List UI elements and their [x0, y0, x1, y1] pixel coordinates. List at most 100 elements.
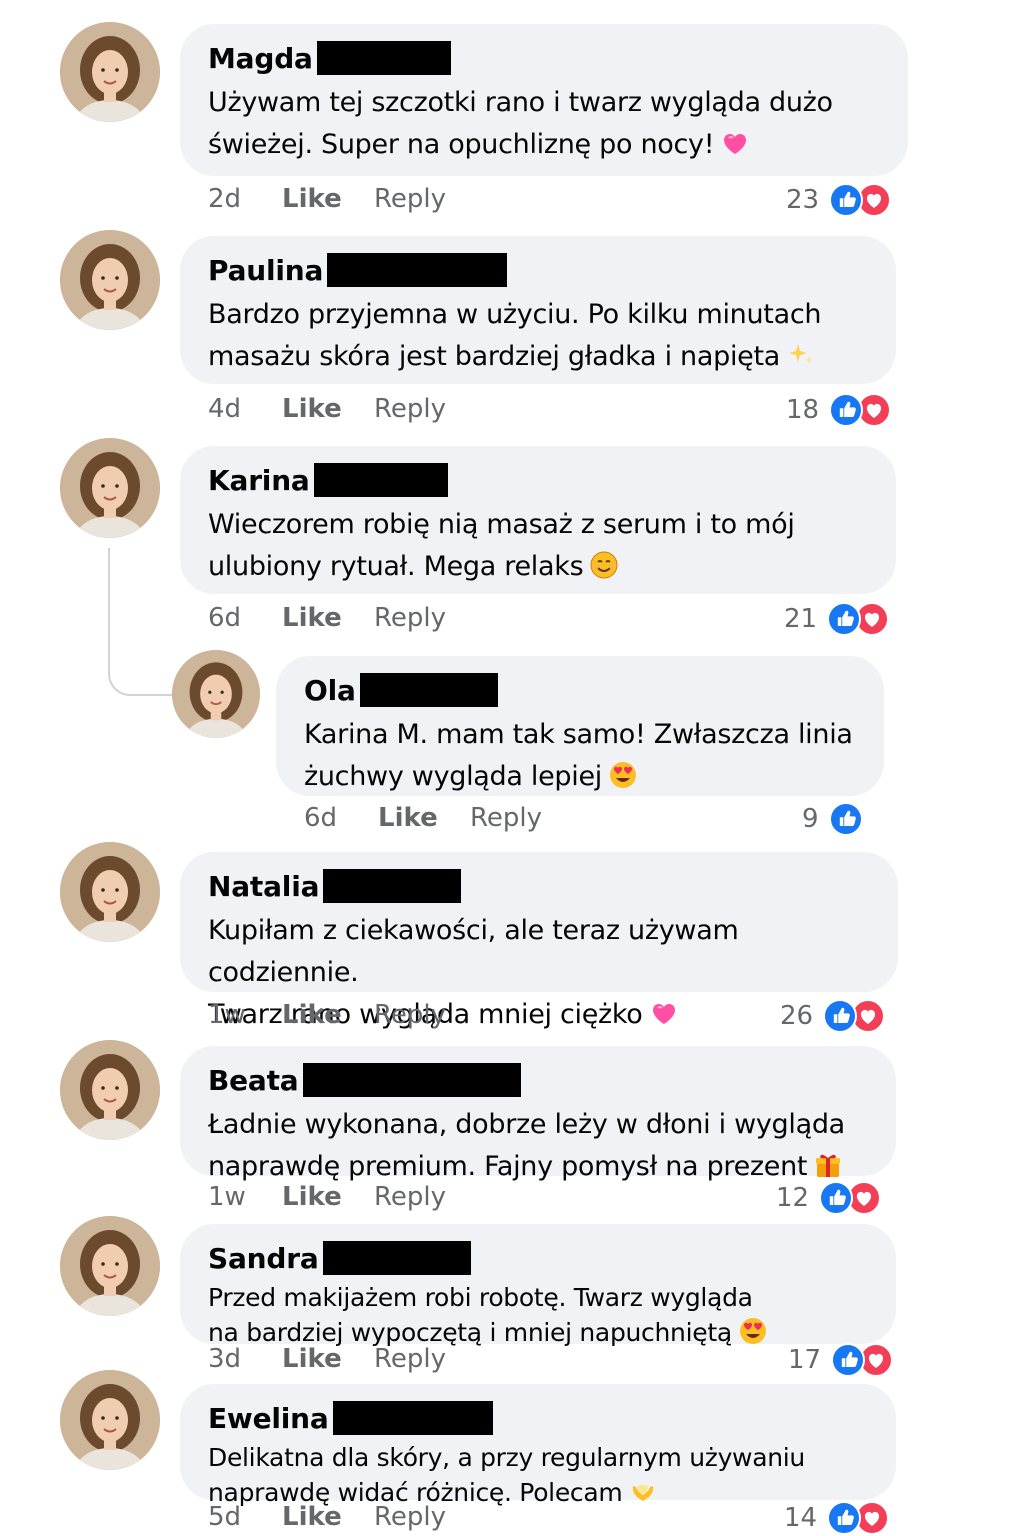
reactions-summary[interactable]: 26 — [780, 999, 886, 1033]
comment-actions: 6d Like Reply — [208, 603, 446, 633]
comment-timestamp[interactable]: 1w — [208, 1182, 282, 1212]
avatar[interactable] — [60, 438, 160, 538]
redacted-surname — [302, 1063, 521, 1097]
redacted-surname — [332, 1401, 493, 1435]
like-button[interactable]: Like — [282, 1000, 374, 1030]
commenter-name[interactable]: Ola — [304, 674, 356, 707]
commenter-name[interactable]: Sandra — [208, 1242, 319, 1275]
reaction-count: 9 — [802, 804, 819, 834]
comment-text: Wieczorem robię nią masaż z serum i to m… — [208, 504, 868, 588]
comment-timestamp[interactable]: 6d — [208, 603, 282, 633]
comment-text: Bardzo przyjemna w użyciu. Po kilku minu… — [208, 294, 868, 378]
comment-bubble: Natalia Kupiłam z ciekawości, ale teraz … — [180, 852, 898, 1030]
reply-button[interactable]: Reply — [470, 803, 542, 833]
reply-button[interactable]: Reply — [374, 394, 446, 424]
smile-icon — [589, 550, 619, 580]
reply-thread-line — [108, 548, 178, 696]
comment-text: Używam tej szczotki rano i twarz wygląda… — [208, 82, 880, 166]
heart-eyes-icon — [608, 760, 638, 790]
reactions-summary[interactable]: 14 — [784, 1501, 890, 1535]
avatar[interactable] — [60, 1370, 160, 1470]
like-button[interactable]: Like — [378, 803, 470, 833]
reply-button[interactable]: Reply — [374, 1344, 446, 1374]
reply-button[interactable]: Reply — [374, 184, 446, 214]
commenter-name[interactable]: Paulina — [208, 254, 323, 287]
comment-timestamp[interactable]: 5d — [208, 1502, 282, 1532]
like-reaction-icon — [823, 999, 858, 1033]
comment-bubble: Beata Ładnie wykonana, dobrze leży w dło… — [180, 1046, 896, 1182]
comment-timestamp[interactable]: 1w — [208, 1000, 282, 1030]
like-reaction-icon — [829, 183, 864, 217]
comment-text-line: Delikatna dla skóry, a przy regularnym u… — [208, 1443, 805, 1472]
reaction-count: 18 — [786, 395, 820, 425]
like-reaction-icon — [819, 1181, 854, 1215]
comment-actions: 1w Like Reply — [208, 1182, 446, 1212]
comment-text-line: masażu skóra jest bardziej gładka i napi… — [208, 341, 780, 372]
sparkles-icon — [786, 340, 816, 370]
comment-bubble: Magda Używam tej szczotki rano i twarz w… — [180, 24, 908, 176]
reply-button[interactable]: Reply — [374, 1502, 446, 1532]
comment-actions: 5d Like Reply — [208, 1502, 446, 1532]
like-reaction-icon — [827, 1501, 862, 1535]
pink-heart-icon — [649, 998, 679, 1028]
commenter-name[interactable]: Beata — [208, 1064, 299, 1097]
comment-bubble: Ola Karina M. mam tak samo! Zwłaszcza li… — [276, 656, 884, 796]
comment-text: Ładnie wykonana, dobrze leży w dłoni i w… — [208, 1104, 868, 1188]
gift-icon — [813, 1150, 843, 1180]
redacted-surname — [327, 253, 508, 287]
reactions-summary[interactable]: 9 — [802, 802, 863, 836]
heart-eyes-icon — [738, 1316, 768, 1346]
comment-text-line: Bardzo przyjemna w użyciu. Po kilku minu… — [208, 299, 822, 330]
comment-text-line: ulubiony rytuał. Mega relaks — [208, 551, 584, 582]
like-reaction-icon — [828, 802, 863, 836]
like-button[interactable]: Like — [282, 603, 374, 633]
heart-hands-icon — [628, 1476, 658, 1506]
avatar[interactable] — [60, 22, 160, 122]
reaction-count: 26 — [780, 1001, 814, 1031]
reactions-summary[interactable]: 18 — [786, 393, 892, 427]
avatar[interactable] — [60, 1040, 160, 1140]
like-button[interactable]: Like — [282, 184, 374, 214]
comment-timestamp[interactable]: 2d — [208, 184, 282, 214]
comment-timestamp[interactable]: 4d — [208, 394, 282, 424]
reaction-count: 21 — [784, 604, 818, 634]
comment-bubble: Ewelina Delikatna dla skóry, a przy regu… — [180, 1384, 896, 1507]
commenter-name[interactable]: Ewelina — [208, 1402, 329, 1435]
commenter-name[interactable]: Natalia — [208, 870, 320, 903]
commenter-name[interactable]: Magda — [208, 42, 313, 75]
comment-text-line: Przed makijażem robi robotę. Twarz wyglą… — [208, 1283, 753, 1312]
reactions-summary[interactable]: 12 — [776, 1181, 882, 1215]
like-button[interactable]: Like — [282, 1182, 374, 1212]
comment-text-line: świeżej. Super na opuchliznę po nocy! — [208, 129, 715, 160]
like-button[interactable]: Like — [282, 1344, 374, 1374]
comment-text-line: na bardziej wypoczętą i mniej napuchnięt… — [208, 1318, 732, 1347]
redacted-surname — [322, 1241, 471, 1275]
reaction-count: 12 — [776, 1183, 810, 1213]
like-button[interactable]: Like — [282, 1502, 374, 1532]
avatar[interactable] — [172, 650, 260, 738]
comment-text-line: Kupiłam z ciekawości, ale teraz używam c… — [208, 915, 739, 988]
commenter-name[interactable]: Karina — [208, 464, 310, 497]
comment-actions: 3d Like Reply — [208, 1344, 446, 1374]
redacted-surname — [316, 41, 451, 75]
like-button[interactable]: Like — [282, 394, 374, 424]
comment-timestamp[interactable]: 6d — [304, 803, 378, 833]
reaction-count: 14 — [784, 1503, 818, 1533]
reply-button[interactable]: Reply — [374, 603, 446, 633]
reply-button[interactable]: Reply — [374, 1182, 446, 1212]
comment-bubble: Karina Wieczorem robię nią masaż z serum… — [180, 446, 896, 594]
comment-actions: 6d Like Reply — [304, 803, 542, 833]
comment-actions: 1w Like Reply — [208, 1000, 446, 1030]
comment-timestamp[interactable]: 3d — [208, 1344, 282, 1374]
avatar[interactable] — [60, 230, 160, 330]
comment-text: Przed makijażem robi robotę. Twarz wyglą… — [208, 1280, 868, 1350]
avatar[interactable] — [60, 842, 160, 942]
reply-button[interactable]: Reply — [374, 1000, 446, 1030]
reactions-summary[interactable]: 21 — [784, 602, 890, 636]
pink-heart-icon — [720, 128, 750, 158]
comment-bubble: Sandra Przed makijażem robi robotę. Twar… — [180, 1224, 896, 1347]
avatar[interactable] — [60, 1216, 160, 1316]
like-reaction-icon — [829, 393, 864, 427]
reactions-summary[interactable]: 23 — [786, 183, 892, 217]
reactions-summary[interactable]: 17 — [788, 1343, 894, 1377]
